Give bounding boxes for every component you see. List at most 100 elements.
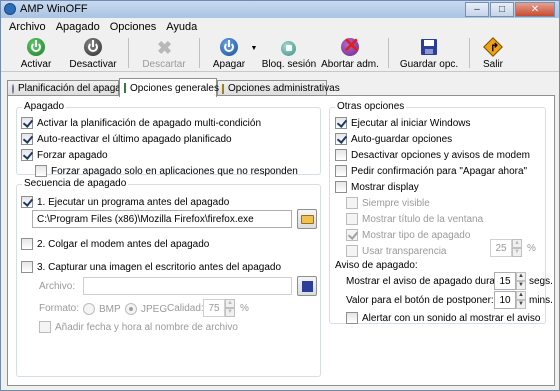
- transparencia-spinner[interactable]: 25 ▲ ▼: [490, 239, 522, 257]
- spin-up-icon[interactable]: ▲: [516, 272, 526, 281]
- toolbar-separator: [388, 38, 389, 68]
- app-icon: [4, 3, 16, 15]
- mostrar-display-checkbox[interactable]: [335, 181, 347, 193]
- admin-lock-icon: [222, 83, 224, 94]
- postponer-spinner[interactable]: 10 ▲ ▼: [494, 291, 526, 309]
- bloq-sesion-button[interactable]: Bloq. sesión: [261, 36, 317, 70]
- menu-bar: Archivo Apagado Opciones Ayuda: [1, 18, 559, 36]
- ejecutar-option[interactable]: 1. Ejecutar un programa antes del apagad…: [21, 195, 229, 209]
- mostrar-durante-value[interactable]: 15: [494, 272, 516, 290]
- capturar-checkbox[interactable]: [21, 261, 33, 273]
- ejecutar-windows-option[interactable]: Ejecutar al iniciar Windows: [335, 116, 471, 130]
- spin-down-icon[interactable]: ▼: [516, 300, 526, 309]
- forzar-option[interactable]: Forzar apagado: [21, 148, 108, 162]
- siempre-visible-option[interactable]: Siempre visible: [346, 196, 430, 210]
- tab-planificacion[interactable]: Planificación del apagado: [7, 80, 132, 96]
- mostrar-titulo-option[interactable]: Mostrar título de la ventana: [346, 212, 483, 226]
- forzar-checkbox[interactable]: [21, 149, 33, 161]
- menu-opciones[interactable]: Opciones: [105, 18, 161, 36]
- apagar-dropdown[interactable]: ▼: [249, 36, 259, 70]
- schedule-icon: [12, 83, 14, 94]
- spin-up-icon[interactable]: ▲: [512, 239, 522, 248]
- siempre-visible-checkbox[interactable]: [346, 197, 358, 209]
- jpeg-radio[interactable]: [125, 303, 137, 315]
- ejecutar-windows-checkbox[interactable]: [335, 117, 347, 129]
- menu-apagado[interactable]: Apagado: [51, 18, 105, 36]
- minimize-button[interactable]: –: [465, 2, 489, 17]
- apagar-button[interactable]: Apagar: [209, 36, 249, 70]
- activar-multi-option[interactable]: Activar la planificación de apagado mult…: [21, 116, 261, 130]
- auto-reactivar-option[interactable]: Auto-reactivar el último apagado planifi…: [21, 132, 232, 146]
- tab-opciones-generales[interactable]: Opciones generales: [119, 78, 219, 97]
- close-button[interactable]: ✕: [515, 2, 555, 17]
- archivo-input[interactable]: [83, 277, 292, 295]
- desactivar-avisos-checkbox[interactable]: [335, 149, 347, 161]
- program-path-input[interactable]: C:\Program Files (x86)\Mozilla Firefox\f…: [32, 210, 292, 228]
- guardar-button[interactable]: Guardar opc.: [398, 36, 460, 70]
- desactivar-avisos-option[interactable]: Desactivar opciones y avisos de modem: [335, 148, 530, 162]
- group-apagado: Apagado Activar la planificación de apag…: [16, 101, 321, 178]
- calidad-spinner[interactable]: 75 ▲ ▼: [203, 299, 235, 317]
- maximize-button[interactable]: □: [490, 2, 514, 17]
- mostrar-durante-spinner[interactable]: 15 ▲ ▼: [494, 272, 526, 290]
- mostrar-tipo-option[interactable]: Mostrar tipo de apagado: [346, 228, 470, 242]
- menu-archivo[interactable]: Archivo: [4, 18, 51, 36]
- colgar-option[interactable]: 2. Colgar el modem antes del apagado: [21, 237, 209, 251]
- menu-ayuda[interactable]: Ayuda: [161, 18, 202, 36]
- anadir-fecha-option[interactable]: Añadir fecha y hora al nombre de archivo: [39, 320, 238, 334]
- alertar-sonido-checkbox[interactable]: [346, 312, 358, 324]
- alertar-sonido-option[interactable]: Alertar con un sonido al mostrar el avis…: [346, 311, 540, 325]
- abortar-button[interactable]: ✕ Abortar adm.: [321, 35, 379, 70]
- activar-button[interactable]: Activar: [15, 36, 57, 70]
- descartar-button[interactable]: ✖ Descartar: [138, 36, 190, 70]
- salir-button[interactable]: ↱ Salir: [479, 36, 507, 70]
- transparencia-value[interactable]: 25: [490, 239, 512, 257]
- spin-down-icon[interactable]: ▼: [516, 281, 526, 290]
- spin-up-icon[interactable]: ▲: [516, 291, 526, 300]
- usar-transparencia-option[interactable]: Usar transparencia: [346, 244, 446, 258]
- mostrar-durante-unit: segs.: [529, 276, 553, 287]
- chevron-down-icon: ▼: [250, 45, 258, 52]
- activar-multi-checkbox[interactable]: [21, 117, 33, 129]
- exit-icon: ↱: [482, 37, 504, 58]
- bmp-radio[interactable]: [83, 303, 95, 315]
- auto-reactivar-checkbox[interactable]: [21, 133, 33, 145]
- calidad-unit: %: [240, 303, 249, 314]
- spin-down-icon[interactable]: ▼: [512, 248, 522, 257]
- colgar-checkbox[interactable]: [21, 238, 33, 250]
- power-off-icon: [82, 38, 104, 58]
- close-icon: ✕: [530, 4, 540, 15]
- tab-opciones-administrativas[interactable]: Opciones administrativas: [217, 80, 340, 96]
- mostrar-display-option[interactable]: Mostrar display: [335, 180, 419, 194]
- forzar-no-responden-checkbox[interactable]: [35, 165, 47, 177]
- mostrar-tipo-checkbox[interactable]: [346, 229, 358, 241]
- title-bar[interactable]: AMP WinOFF – □ ✕: [1, 1, 559, 18]
- pedir-confirmacion-option[interactable]: Pedir confirmación para "Apagar ahora": [335, 164, 527, 178]
- pedir-confirmacion-checkbox[interactable]: [335, 165, 347, 177]
- folder-icon: [301, 215, 314, 224]
- postponer-unit: mins.: [529, 295, 553, 306]
- usar-transparencia-checkbox[interactable]: [346, 245, 358, 257]
- calidad-value[interactable]: 75: [203, 299, 225, 317]
- minimize-icon: –: [474, 4, 480, 15]
- ejecutar-checkbox[interactable]: [21, 196, 33, 208]
- maximize-icon: □: [498, 4, 506, 15]
- lock-session-icon: [278, 38, 300, 58]
- postponer-value[interactable]: 10: [494, 291, 516, 309]
- bmp-option[interactable]: BMP: [83, 302, 121, 316]
- capturar-option[interactable]: 3. Capturar una imagen el escritorio ant…: [21, 260, 281, 274]
- spin-down-icon[interactable]: ▼: [225, 308, 235, 317]
- auto-guardar-option[interactable]: Auto-guardar opciones: [335, 132, 452, 146]
- spin-up-icon[interactable]: ▲: [225, 299, 235, 308]
- desactivar-button[interactable]: Desactivar: [67, 36, 119, 70]
- calidad-label: Calidad:: [167, 303, 204, 314]
- jpeg-option[interactable]: JPEG: [125, 302, 167, 316]
- forzar-no-responden-option[interactable]: Forzar apagado solo en aplicaciones que …: [35, 164, 298, 178]
- browse-program-button[interactable]: [297, 209, 317, 229]
- anadir-fecha-checkbox[interactable]: [39, 321, 51, 333]
- window-title: AMP WinOFF: [20, 3, 88, 15]
- discard-icon: ✖: [157, 38, 173, 58]
- save-capture-button[interactable]: [297, 276, 317, 296]
- mostrar-titulo-checkbox[interactable]: [346, 213, 358, 225]
- auto-guardar-checkbox[interactable]: [335, 133, 347, 145]
